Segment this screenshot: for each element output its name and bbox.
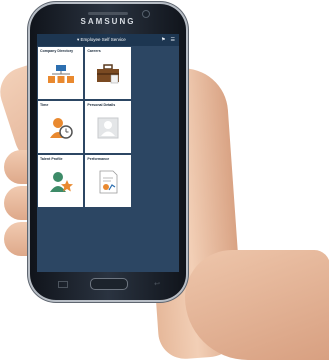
tile-performance[interactable]: Performance xyxy=(85,155,131,207)
star-person-icon xyxy=(49,172,73,193)
clock-person-icon xyxy=(49,118,73,139)
performance-document-icon xyxy=(99,170,118,194)
back-key-icon[interactable]: ↩ xyxy=(154,280,160,288)
tile-title: Personal Details xyxy=(87,103,116,107)
org-chart-icon xyxy=(47,65,74,84)
tile-title: Company Directory xyxy=(40,49,74,53)
screen: ▾ Employee Self Service ⚑ ☰ Company Dire… xyxy=(37,34,179,272)
phone: SAMSUNG ▾ Employee Self Service ⚑ ☰ Comp… xyxy=(30,4,186,300)
tile-talent-profile[interactable]: Talent Profile xyxy=(38,155,84,207)
briefcase-icon xyxy=(96,64,119,84)
tile-title: Careers xyxy=(87,49,101,53)
tile-grid: Company Directory Careers Time Personal … xyxy=(38,47,178,207)
recent-apps-key[interactable] xyxy=(58,281,68,288)
speaker-grille xyxy=(88,12,128,15)
tile-title: Talent Profile xyxy=(40,157,63,161)
tile-personal-details[interactable]: Personal Details xyxy=(85,101,131,153)
device-brand: SAMSUNG xyxy=(80,17,136,26)
page-title-text: Employee Self Service xyxy=(80,37,126,42)
flag-icon[interactable]: ⚑ xyxy=(161,34,165,46)
tile-company-directory[interactable]: Company Directory xyxy=(38,47,84,99)
tile-empty xyxy=(133,47,178,99)
home-button[interactable] xyxy=(90,278,128,290)
tile-empty xyxy=(133,101,178,153)
page-title[interactable]: ▾ Employee Self Service xyxy=(77,34,126,46)
tile-title: Performance xyxy=(87,157,110,161)
caret-down-icon: ▾ xyxy=(77,37,80,42)
app-header: ▾ Employee Self Service ⚑ ☰ xyxy=(37,34,179,46)
tile-empty xyxy=(133,155,178,207)
tile-time[interactable]: Time xyxy=(38,101,84,153)
tile-careers[interactable]: Careers xyxy=(85,47,131,99)
menu-icon[interactable]: ☰ xyxy=(171,34,175,46)
tile-title: Time xyxy=(40,103,49,107)
hand-wrist xyxy=(185,250,329,360)
person-card-icon xyxy=(97,117,119,139)
phone-bottom-bezel: ↩ xyxy=(30,274,186,300)
